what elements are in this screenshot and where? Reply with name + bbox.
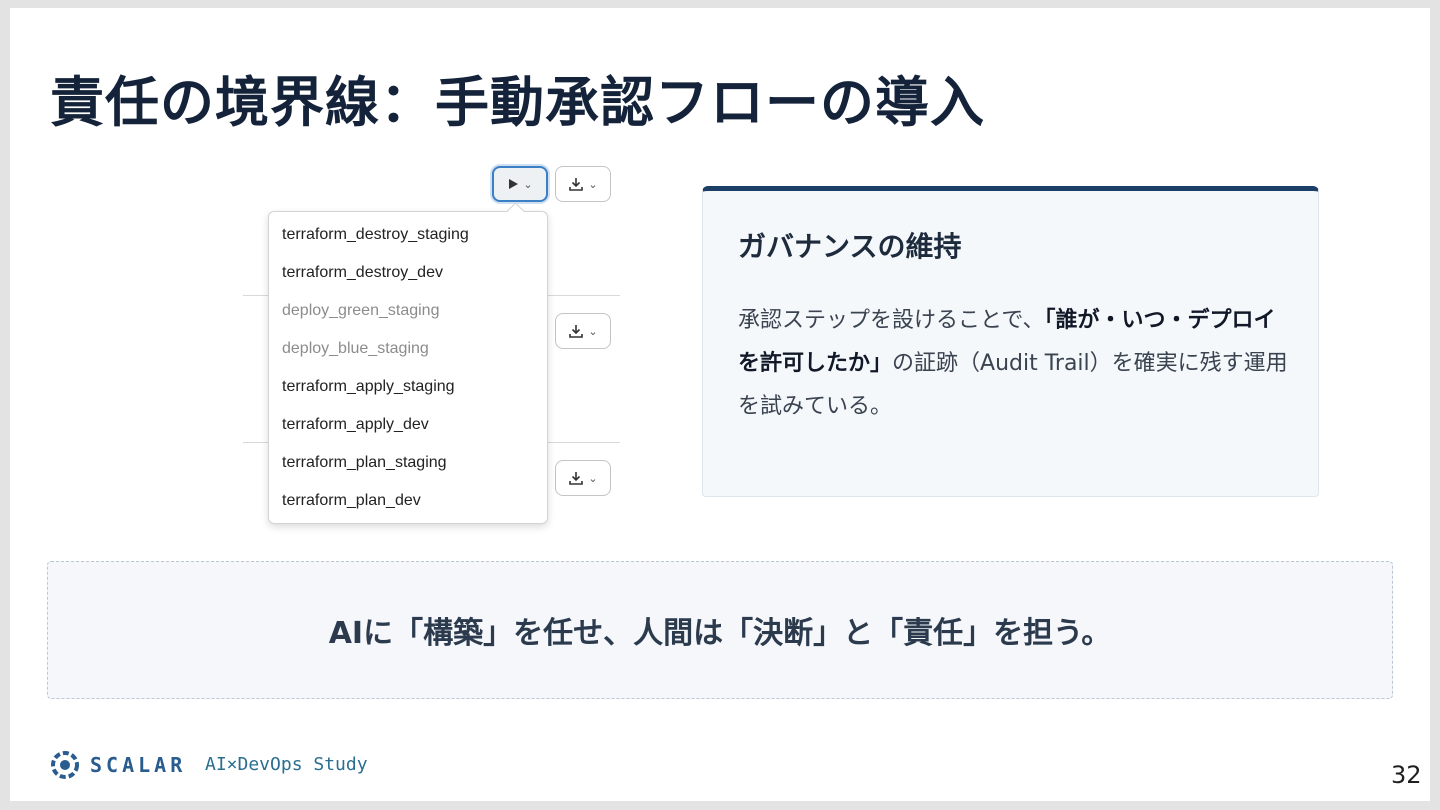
play-icon	[509, 179, 519, 189]
dropdown-item: deploy_blue_staging	[282, 340, 429, 357]
dropdown-item[interactable]: terraform_destroy_staging	[269, 216, 547, 254]
slide: 責任の境界線：手動承認フローの導入 ⌄ ⌄ ⌄ ⌄ terraform_dest…	[10, 8, 1430, 801]
key-message-banner: AIに「構築」を任せ、人間は「決断」と「責任」を担う。	[47, 561, 1393, 699]
card-title: ガバナンスの維持	[738, 230, 962, 263]
dropdown-item[interactable]: terraform_destroy_dev	[269, 254, 547, 292]
page-number: 32	[1391, 761, 1422, 789]
chevron-down-icon: ⌄	[588, 324, 598, 338]
slide-title: 責任の境界線：手動承認フローの導入	[50, 71, 985, 134]
chevron-down-icon: ⌄	[588, 177, 598, 191]
logo-text: SCALAR	[90, 753, 187, 777]
dropdown-item[interactable]: terraform_apply_dev	[269, 406, 547, 444]
chevron-down-icon: ⌄	[588, 471, 598, 485]
download-icon	[569, 178, 584, 191]
dropdown-item[interactable]: terraform_apply_staging	[269, 368, 547, 406]
download-icon	[569, 325, 584, 338]
banner-text: AIに「構築」を任せ、人間は「決断」と「責任」を担う。	[328, 616, 1112, 651]
card-body: 承認ステップを設けることで、「誰が・いつ・デプロイを許可したか」の証跡（Audi…	[738, 299, 1293, 428]
sub-brand: AI×DevOps Study	[205, 754, 368, 775]
dropdown-item[interactable]: terraform_plan_dev	[269, 482, 547, 520]
run-manual-job-button[interactable]: ⌄	[492, 166, 548, 202]
governance-card: ガバナンスの維持 承認ステップを設けることで、「誰が・いつ・デプロイを許可したか…	[702, 186, 1319, 497]
dropdown-item[interactable]: terraform_plan_staging	[269, 444, 547, 482]
scalar-logo-icon	[51, 751, 79, 779]
manual-jobs-dropdown: terraform_destroy_staging terraform_dest…	[268, 211, 548, 524]
download-artifacts-button[interactable]: ⌄	[555, 166, 611, 202]
download-artifacts-button[interactable]: ⌄	[555, 313, 611, 349]
card-body-text: 承認ステップを設けることで、	[738, 308, 1045, 333]
chevron-down-icon: ⌄	[523, 177, 533, 191]
download-icon	[569, 472, 584, 485]
pipeline-screenshot: ⌄ ⌄ ⌄ ⌄ terraform_destroy_staging terraf…	[235, 153, 635, 533]
scalar-logo: SCALAR	[48, 748, 186, 782]
dropdown-item: deploy_green_staging	[282, 302, 440, 319]
download-artifacts-button[interactable]: ⌄	[555, 460, 611, 496]
